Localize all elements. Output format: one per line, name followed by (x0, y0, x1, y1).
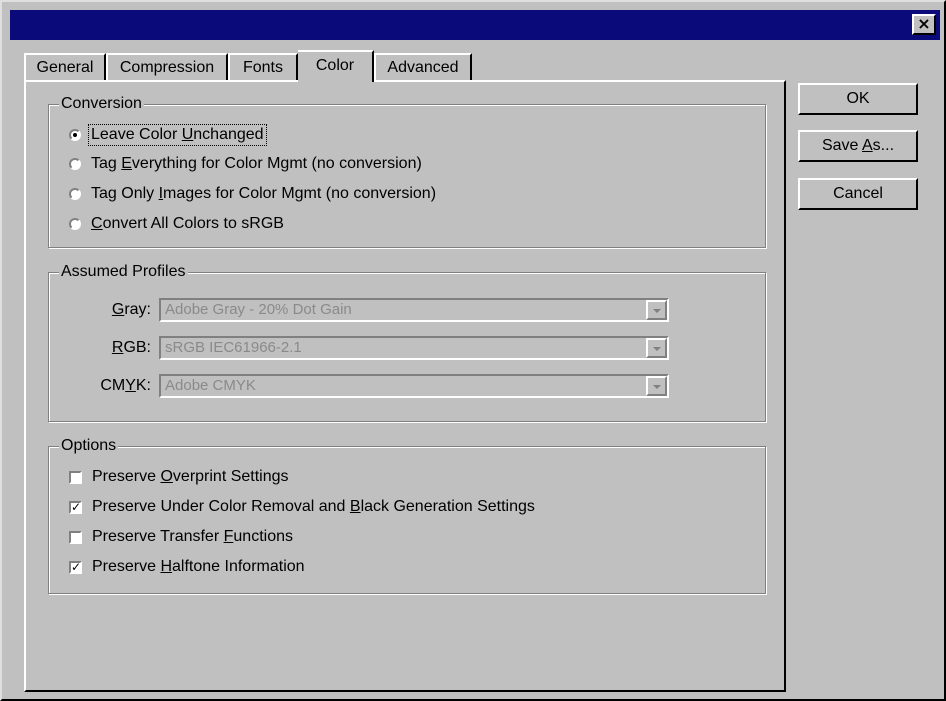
cmyk-profile-value: Adobe CMYK (165, 377, 256, 394)
options-group: Options Preserve Overprint Settings ✓ Pr… (48, 436, 766, 594)
checkbox[interactable] (69, 530, 82, 544)
chevron-down-icon[interactable] (646, 338, 667, 358)
radio-label: Tag Only Images for Color Mgmt (no conve… (91, 185, 437, 202)
radio-button[interactable] (69, 129, 81, 141)
chevron-down-icon[interactable] (646, 300, 667, 320)
rgb-profile-select[interactable]: sRGB IEC61966-2.1 (159, 336, 669, 360)
radio-label: Leave Color Unchanged (88, 124, 267, 146)
radio-button[interactable] (69, 188, 81, 200)
radio-label: Convert All Colors to sRGB (91, 215, 284, 232)
checkbox[interactable]: ✓ (69, 560, 82, 574)
checkbox[interactable]: ✓ (69, 500, 82, 514)
ok-button[interactable]: OK (798, 83, 918, 115)
options-legend: Options (59, 436, 119, 456)
conversion-legend: Conversion (59, 94, 144, 114)
close-icon[interactable]: × (912, 14, 936, 35)
assumed-profiles-legend: Assumed Profiles (59, 262, 188, 282)
cancel-button[interactable]: Cancel (798, 178, 918, 210)
rgb-profile-value: sRGB IEC61966-2.1 (165, 339, 302, 356)
check-preserve-halftone[interactable]: ✓ Preserve Halftone Information (69, 557, 305, 577)
radio-leave-color-unchanged[interactable]: Leave Color Unchanged (69, 124, 267, 146)
tab-color[interactable]: Color (298, 50, 374, 82)
cmyk-label: CMYK: (100, 377, 151, 394)
save-as-button[interactable]: Save As... (798, 130, 918, 162)
color-tab-panel: Conversion Leave Color Unchanged Tag Eve… (24, 80, 786, 692)
assumed-profiles-group: Assumed Profiles Gray: Adobe Gray - 20% … (48, 262, 766, 422)
checkbox[interactable] (69, 470, 82, 484)
check-preserve-ucr-bg[interactable]: ✓ Preserve Under Color Removal and Black… (69, 497, 535, 517)
checkbox-label: Preserve Halftone Information (92, 558, 305, 575)
checkbox-label: Preserve Transfer Functions (92, 528, 293, 545)
gray-label: Gray: (111, 301, 151, 318)
tab-general[interactable]: General (24, 53, 106, 81)
radio-button[interactable] (69, 218, 81, 230)
title-bar[interactable]: × (10, 10, 940, 40)
checkbox-label: Preserve Under Color Removal and Black G… (92, 498, 535, 515)
rgb-label: RGB: (111, 339, 151, 356)
radio-button[interactable] (69, 158, 81, 170)
chevron-down-icon[interactable] (646, 376, 667, 396)
gray-profile-value: Adobe Gray - 20% Dot Gain (165, 301, 352, 318)
radio-convert-to-srgb[interactable]: Convert All Colors to sRGB (69, 214, 284, 234)
conversion-group: Conversion Leave Color Unchanged Tag Eve… (48, 94, 766, 248)
tab-advanced[interactable]: Advanced (374, 53, 472, 81)
check-preserve-transfer[interactable]: Preserve Transfer Functions (69, 527, 293, 547)
tab-fonts[interactable]: Fonts (228, 53, 298, 81)
radio-tag-everything[interactable]: Tag Everything for Color Mgmt (no conver… (69, 154, 422, 174)
radio-label: Tag Everything for Color Mgmt (no conver… (91, 155, 422, 172)
dialog-window: × General Compression Fonts Color Advanc… (0, 0, 946, 701)
tab-compression[interactable]: Compression (106, 53, 228, 81)
check-preserve-overprint[interactable]: Preserve Overprint Settings (69, 467, 289, 487)
gray-profile-select[interactable]: Adobe Gray - 20% Dot Gain (159, 298, 669, 322)
cmyk-profile-select[interactable]: Adobe CMYK (159, 374, 669, 398)
checkbox-label: Preserve Overprint Settings (92, 468, 289, 485)
radio-tag-only-images[interactable]: Tag Only Images for Color Mgmt (no conve… (69, 184, 436, 204)
